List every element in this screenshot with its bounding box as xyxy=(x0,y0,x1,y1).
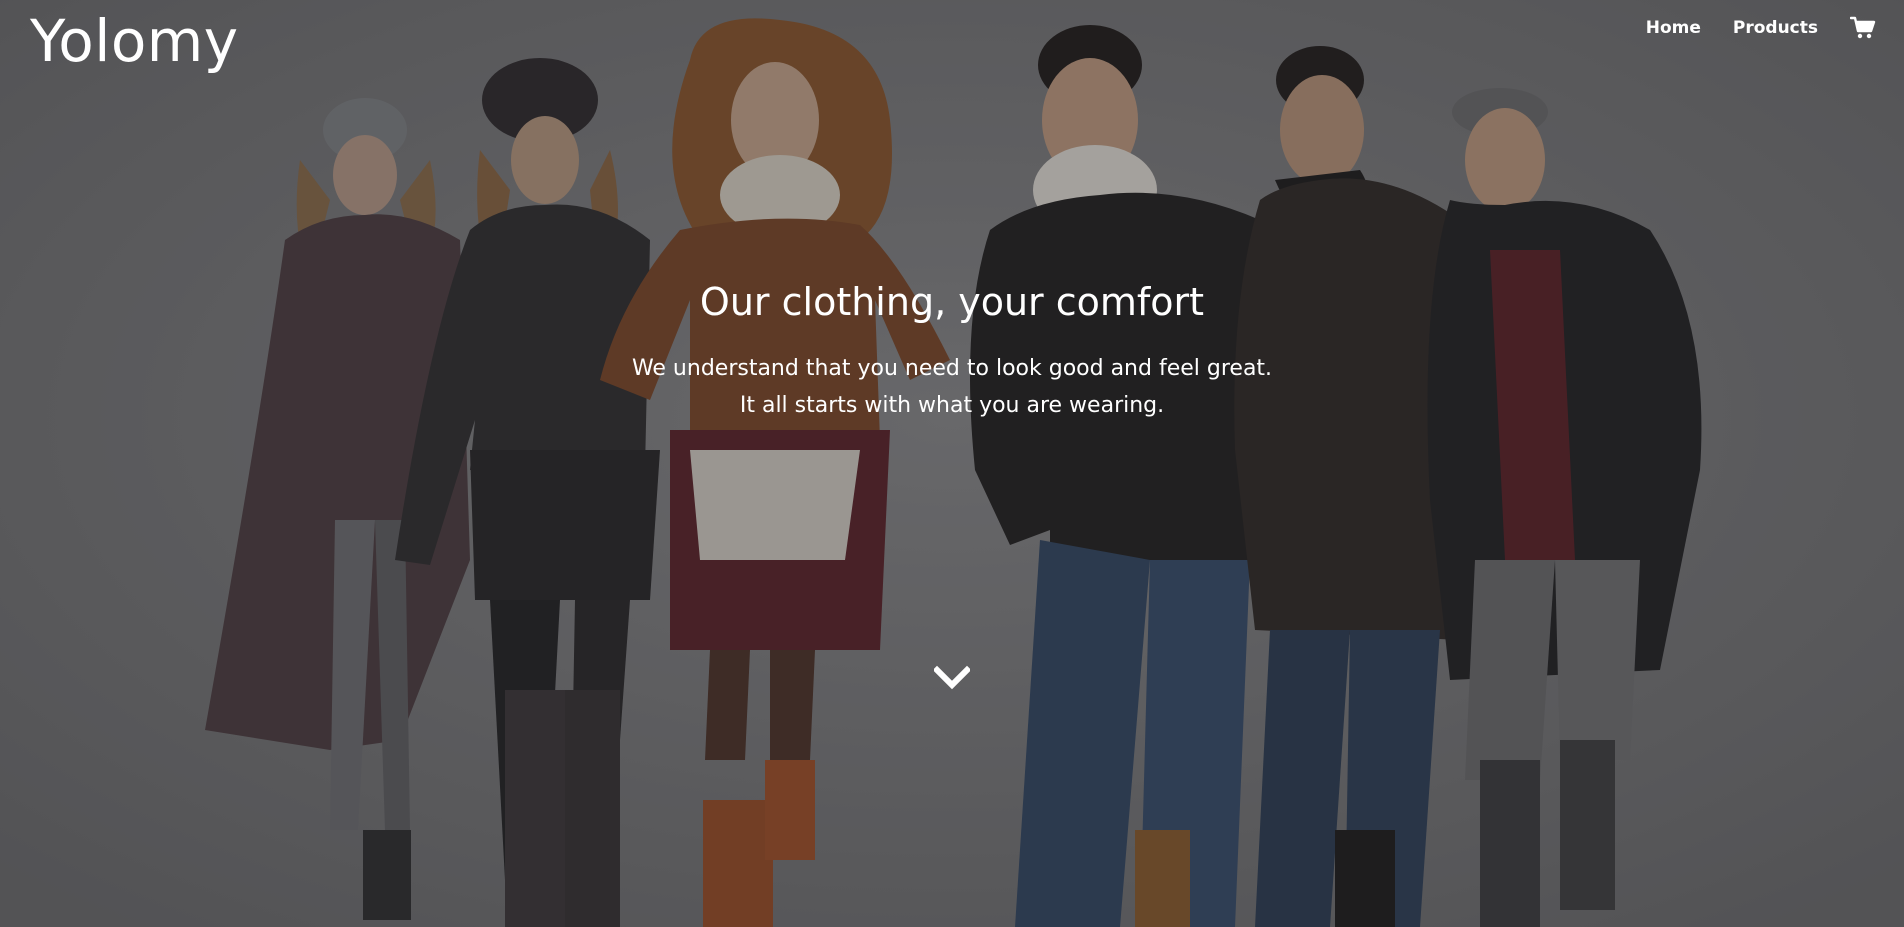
nav-links: Home Products xyxy=(1646,16,1876,40)
hero-overlay xyxy=(0,0,1904,927)
hero-section: Yolomy Home Products Our clothing, your … xyxy=(0,0,1904,927)
hero-subtitle-line-2: It all starts with what you are wearing. xyxy=(739,393,1165,418)
shopping-cart-icon[interactable] xyxy=(1849,16,1876,40)
nav-item-products[interactable]: Products xyxy=(1733,18,1818,38)
chevron-down-icon[interactable] xyxy=(932,664,972,692)
navbar: Yolomy Home Products xyxy=(0,0,1904,90)
nav-item-home[interactable]: Home xyxy=(1646,18,1701,38)
hero-subtitle-line-1: We understand that you need to look good… xyxy=(631,356,1273,381)
brand-logo[interactable]: Yolomy xyxy=(30,6,239,76)
hero-headline: Our clothing, your comfort xyxy=(699,280,1205,324)
